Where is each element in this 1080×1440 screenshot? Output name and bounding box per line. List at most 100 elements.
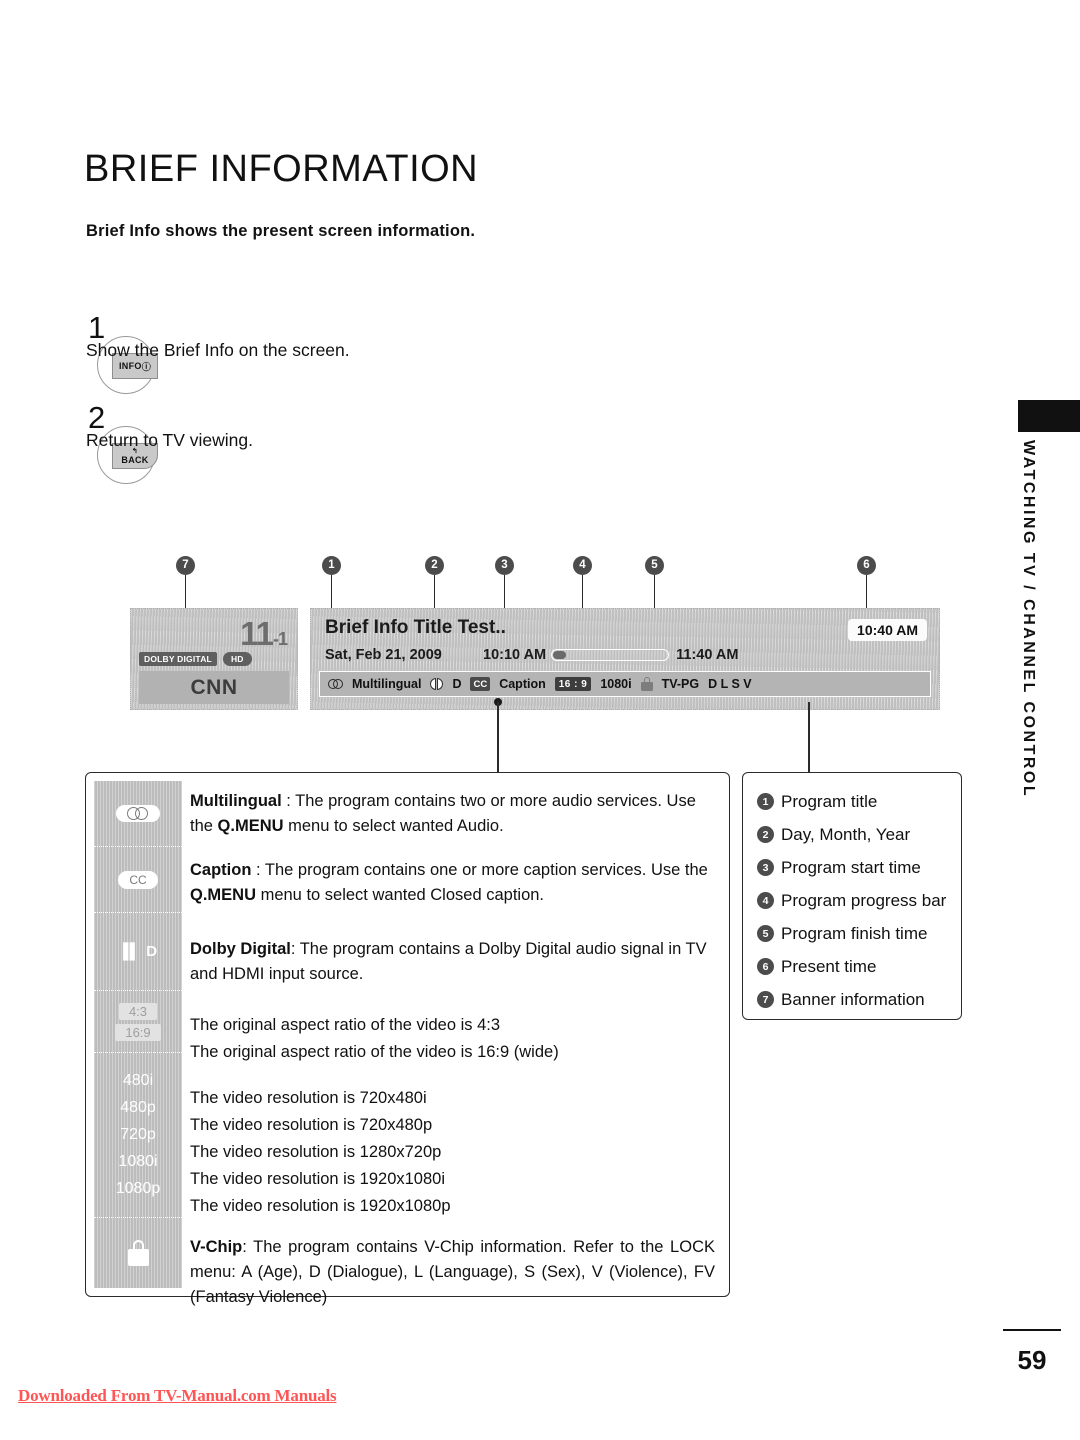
callout-badge-5: 5 xyxy=(645,556,664,575)
channel-number: 11-1 xyxy=(240,615,288,653)
legend-emph-multilingual: Q.MENU xyxy=(217,817,284,835)
legend-row-7: 7 Banner information xyxy=(757,983,961,1016)
legend-badge-5: 5 xyxy=(757,925,774,942)
legend-row-3: 3 Program start time xyxy=(757,851,961,884)
page-subtitle: Brief Info shows the present screen info… xyxy=(86,222,476,240)
legend-text-caption: Caption : The program contains one or mo… xyxy=(190,858,719,908)
program-start-time: 10:10 AM xyxy=(483,647,547,663)
program-info-strip: Multilingual D CC Caption 16 : 9 1080i T… xyxy=(319,671,931,697)
padlock-icon xyxy=(127,1240,149,1266)
legend-text-ratio-16-9: The original aspect ratio of the video i… xyxy=(190,1043,559,1061)
caption-label: Caption xyxy=(499,677,546,691)
info-key-suffix-icon: ⓘ xyxy=(141,361,151,372)
legend-icon-multilingual xyxy=(94,781,182,847)
legend-term-caption: Caption xyxy=(190,861,252,879)
legend-badge-2: 2 xyxy=(757,826,774,843)
step-2-text: Return to TV viewing. xyxy=(86,430,253,450)
step-1-text: Show the Brief Info on the screen. xyxy=(86,340,350,360)
ratio-chip-4-3: 4:3 xyxy=(118,1002,158,1020)
legend-label-3: Program start time xyxy=(781,857,921,877)
page-title: BRIEF INFORMATION xyxy=(84,148,479,190)
legend-text-vchip: V-Chip: The program contains V-Chip info… xyxy=(190,1235,715,1310)
legend-label-7: Banner information xyxy=(781,989,925,1009)
sidebar-section-label: WATCHING TV / CHANNEL CONTROL xyxy=(1008,440,1048,840)
ratio-chip-16-9: 16:9 xyxy=(115,1023,161,1041)
legend-badge-3: 3 xyxy=(757,859,774,876)
step-2-number: 2 xyxy=(88,400,106,435)
legend-label-6: Present time xyxy=(781,956,877,976)
aspect-ratio-badge: 16 : 9 xyxy=(554,677,592,691)
legend-text-multilingual: Multilingual : The program contains two … xyxy=(190,789,719,839)
res-chip-480i: 480i xyxy=(122,1072,154,1089)
rating-flags: D L S V xyxy=(708,677,752,691)
legend-term-multilingual: Multilingual xyxy=(190,792,282,810)
legend-emph-caption: Q.MENU xyxy=(190,886,256,904)
dolby-letter: D xyxy=(452,677,462,691)
channel-number-main: 11 xyxy=(240,615,274,652)
legend-label-4: Program progress bar xyxy=(781,890,947,910)
callout-badge-7: 7 xyxy=(176,556,195,575)
legend-icon-aspect-ratios: 4:3 16:9 xyxy=(94,991,182,1053)
info-key-label: INFO xyxy=(118,361,142,371)
dolby-digital-icon: ▐▌ D xyxy=(117,943,159,960)
multilingual-label: Multilingual xyxy=(352,677,422,691)
channel-name: CNN xyxy=(139,671,289,704)
hd-tag: HD xyxy=(222,652,252,666)
callout-badge-1: 1 xyxy=(322,556,341,575)
legend-text-res-480i: The video resolution is 720x480i xyxy=(190,1089,427,1107)
multilingual-pill-icon xyxy=(116,805,160,822)
dropline-to-legend-box xyxy=(497,702,499,774)
page-number-rule xyxy=(1003,1329,1061,1331)
dropline-to-number-legend xyxy=(808,702,810,774)
program-meta-row: Sat, Feb 21, 2009 10:10 AM 11:40 AM xyxy=(325,647,738,663)
sidebar-section-text: WATCHING TV / CHANNEL CONTROL xyxy=(1020,440,1037,799)
legend-badge-6: 6 xyxy=(757,958,774,975)
res-chip-1080i: 1080i xyxy=(118,1153,158,1170)
legend-row-1: 1 Program title xyxy=(757,785,961,818)
program-finish-time: 11:40 AM xyxy=(676,647,739,663)
legend-row-2: 2 Day, Month, Year xyxy=(757,818,961,851)
legend-text-res-480p: The video resolution is 720x480p xyxy=(190,1116,433,1134)
lock-icon xyxy=(640,677,653,691)
legend-row-5: 5 Program finish time xyxy=(757,917,961,950)
legend-body-caption-1: : The program contains one or more capti… xyxy=(251,861,708,879)
legend-badge-1: 1 xyxy=(757,793,774,810)
cc-icon: CC xyxy=(470,677,491,691)
icon-legend-box: CC ▐▌ D 4:3 16:9 480i 480p 720p 1080i 10… xyxy=(85,772,730,1306)
legend-text-res-720p: The video resolution is 1280x720p xyxy=(190,1143,442,1161)
program-progress-bar xyxy=(551,649,670,661)
program-progress-fill xyxy=(553,651,567,659)
program-title: Brief Info Title Test.. xyxy=(325,617,506,638)
channel-badges: DOLBY DIGITAL HD xyxy=(139,652,252,666)
legend-label-5: Program finish time xyxy=(781,923,928,943)
back-key-label: BACK xyxy=(121,454,149,465)
legend-text-ratio-4-3: The original aspect ratio of the video i… xyxy=(190,1016,501,1034)
number-legend-box: 1 Program title 2 Day, Month, Year 3 Pro… xyxy=(742,772,962,1020)
tv-banner-graphic: 11-1 DOLBY DIGITAL HD CNN Brief Info Tit… xyxy=(130,608,940,710)
callout-badge-6: 6 xyxy=(857,556,876,575)
legend-row-4: 4 Program progress bar xyxy=(757,884,961,917)
download-source-link[interactable]: Downloaded From TV-Manual.com Manuals xyxy=(18,1386,337,1406)
step-1-number: 1 xyxy=(88,310,106,345)
program-panel: Brief Info Title Test.. Sat, Feb 21, 200… xyxy=(310,608,940,710)
cc-pill-icon: CC xyxy=(118,870,158,889)
sidebar-tab-marker xyxy=(1018,400,1080,432)
legend-term-vchip: V-Chip xyxy=(190,1238,243,1256)
dolby-digital-tag: DOLBY DIGITAL xyxy=(139,652,217,666)
present-time-badge: 10:40 AM xyxy=(848,619,927,641)
legend-text-dolby: Dolby Digital: The program contains a Do… xyxy=(190,937,719,987)
callout-badge-2: 2 xyxy=(425,556,444,575)
legend-label-1: Program title xyxy=(781,791,878,811)
res-chip-720p: 720p xyxy=(120,1126,156,1143)
res-chip-480p: 480p xyxy=(120,1099,156,1116)
rating-label: TV-PG xyxy=(661,677,700,691)
legend-text-res-1080i: The video resolution is 1920x1080i xyxy=(190,1170,446,1188)
multilingual-icon xyxy=(328,678,343,690)
legend-icon-column: CC ▐▌ D 4:3 16:9 480i 480p 720p 1080i 10… xyxy=(94,781,182,1288)
channel-number-sub: -1 xyxy=(272,629,288,649)
page-number: 59 xyxy=(1017,1345,1047,1375)
legend-badge-4: 4 xyxy=(757,892,774,909)
legend-body-multilingual-2: menu to select wanted Audio. xyxy=(283,817,504,835)
res-chip-1080p: 1080p xyxy=(115,1180,161,1197)
legend-icon-caption: CC xyxy=(94,847,182,913)
